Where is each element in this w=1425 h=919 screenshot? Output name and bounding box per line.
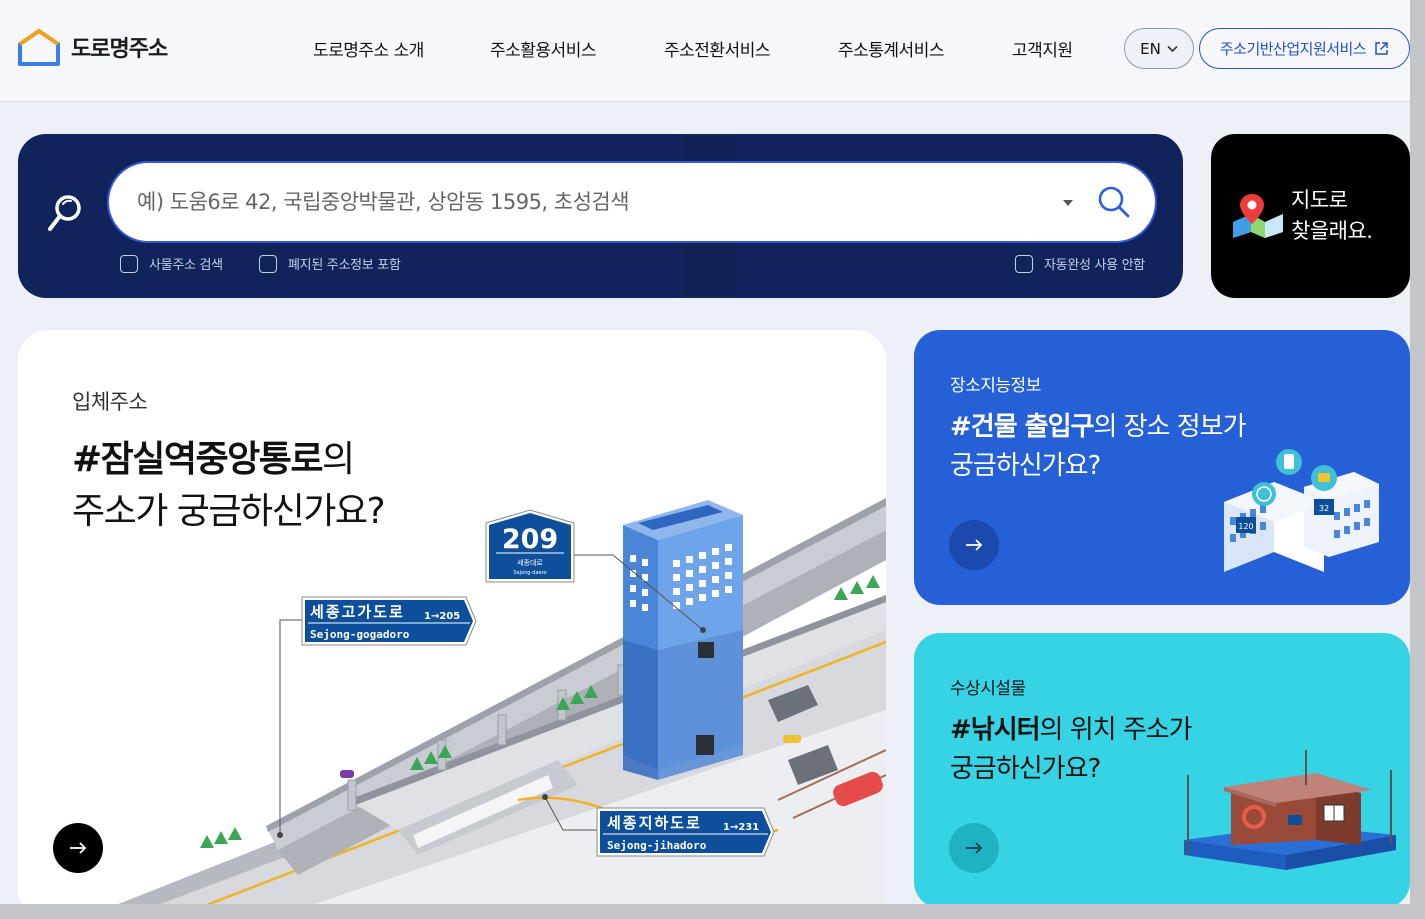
industry-support-link[interactable]: 주소기반산업지원서비스 [1199,28,1410,69]
arrow-right-icon [966,539,983,551]
water-card-kicker: 수상시설물 [950,679,1026,699]
sign-jihadoro-eng: Sejong-jihadoro [607,839,707,852]
external-link-icon [1375,42,1388,55]
option-abolished-label: 폐지된 주소정보 포함 [288,258,401,273]
fishing-platform-illustration [1184,750,1396,870]
option-abolished-address[interactable]: 폐지된 주소정보 포함 [259,254,401,273]
sign-gogadoro-range: 1→205 [424,611,460,622]
house-logo-icon [18,29,60,66]
checkbox-abolished-address[interactable] [259,254,277,273]
language-select[interactable]: EN [1124,28,1194,69]
search-panel: 사물주소 검색 폐지된 주소정보 포함 자동완성 사용 안함 [18,134,1183,298]
map-search-card[interactable]: 지도로 찾을래요. [1211,134,1410,298]
option-building-search[interactable]: 사물주소 검색 [120,254,223,273]
chevron-down-icon [1167,45,1178,52]
place-card-go-button[interactable] [949,520,999,570]
place-card-title-line2: 궁금하신가요? [950,451,1101,481]
water-card-highlight: #낚시터 [950,715,1041,745]
language-label: EN [1140,39,1161,58]
water-card-title-rest: 의 위치 주소가 [1039,715,1193,745]
sign-209-kor: 세종대로 [517,558,543,567]
site-logo[interactable]: 도로명주소 [17,28,168,66]
search-box [107,161,1157,243]
sign-jihadoro-kor: 세종지하도로 [607,814,702,832]
building-entrance-illustration: 120 32 [1224,449,1379,572]
map-card-text: 지도로 찾을래요. [1291,185,1373,247]
checkbox-autocomplete-off[interactable] [1015,254,1033,273]
water-card-title-line2: 궁금하신가요? [950,754,1101,784]
arrow-right-icon [966,842,983,854]
place-card-kicker: 장소지능정보 [950,376,1041,396]
sign-209-eng: Sejong-daero [513,570,546,576]
search-decor-icon [48,195,81,231]
sign-gogadoro-kor: 세종고가도로 [310,603,405,621]
place-card-title: #건물 출입구의 장소 정보가 궁금하신가요? [950,408,1247,486]
water-card-go-button[interactable] [949,823,999,873]
arrow-right-icon [70,842,87,854]
feature-card-go-button[interactable] [53,823,103,873]
industry-support-label: 주소기반산업지원서비스 [1219,40,1367,58]
water-facility-card: 수상시설물 #낚시터의 위치 주소가 궁금하신가요? [914,633,1410,904]
sign-209-number: 209 [502,524,558,555]
entrance-badge-2: 32 [1319,504,1329,513]
sign-jihadoro-range: 1→231 [723,822,759,833]
nav-item-usage[interactable]: 주소활용서비스 [490,36,596,61]
nav-item-statistics[interactable]: 주소통계서비스 [838,36,944,61]
search-button-icon[interactable] [1097,185,1131,219]
caret-down-icon[interactable] [1063,200,1073,206]
option-autocomplete-label: 자동완성 사용 안함 [1044,258,1145,273]
feature-card-3d-address: 입체주소 #잠실역중앙통로의 주소가 궁금하신가요? 209 세종대로 Sejo… [18,330,886,904]
address-search-input[interactable] [137,163,1037,241]
place-card-title-rest: 의 장소 정보가 [1093,412,1246,442]
place-info-card: 장소지능정보 #건물 출입구의 장소 정보가 궁금하신가요? 120 32 [914,330,1410,605]
option-building-label: 사물주소 검색 [149,258,223,273]
sign-gogadoro-eng: Sejong-gogadoro [310,628,410,641]
option-autocomplete-off[interactable]: 자동완성 사용 안함 [1015,254,1145,273]
nav-item-intro[interactable]: 도로명주소 소개 [313,36,424,61]
nav-item-conversion[interactable]: 주소전환서비스 [664,36,770,61]
checkbox-building-search[interactable] [120,254,138,273]
map-card-line1: 지도로 [1291,188,1348,212]
site-header: 도로명주소 도로명주소 소개 주소활용서비스 주소전환서비스 주소통계서비스 고… [0,0,1410,102]
3d-road-illustration: 209 세종대로 Sejong-daero 세종고가도로 1→205 Sejon… [118,498,886,904]
map-card-line2: 찾을래요. [1291,219,1373,243]
water-card-title: #낚시터의 위치 주소가 궁금하신가요? [950,711,1193,789]
place-card-highlight: #건물 출입구 [950,412,1094,442]
logo-text: 도로명주소 [71,37,168,62]
entrance-badge-1: 120 [1238,522,1253,531]
page: 도로명주소 도로명주소 소개 주소활용서비스 주소전환서비스 주소통계서비스 고… [0,0,1410,904]
map-pin-icon [1233,194,1283,238]
nav-item-support[interactable]: 고객지원 [1012,36,1073,61]
